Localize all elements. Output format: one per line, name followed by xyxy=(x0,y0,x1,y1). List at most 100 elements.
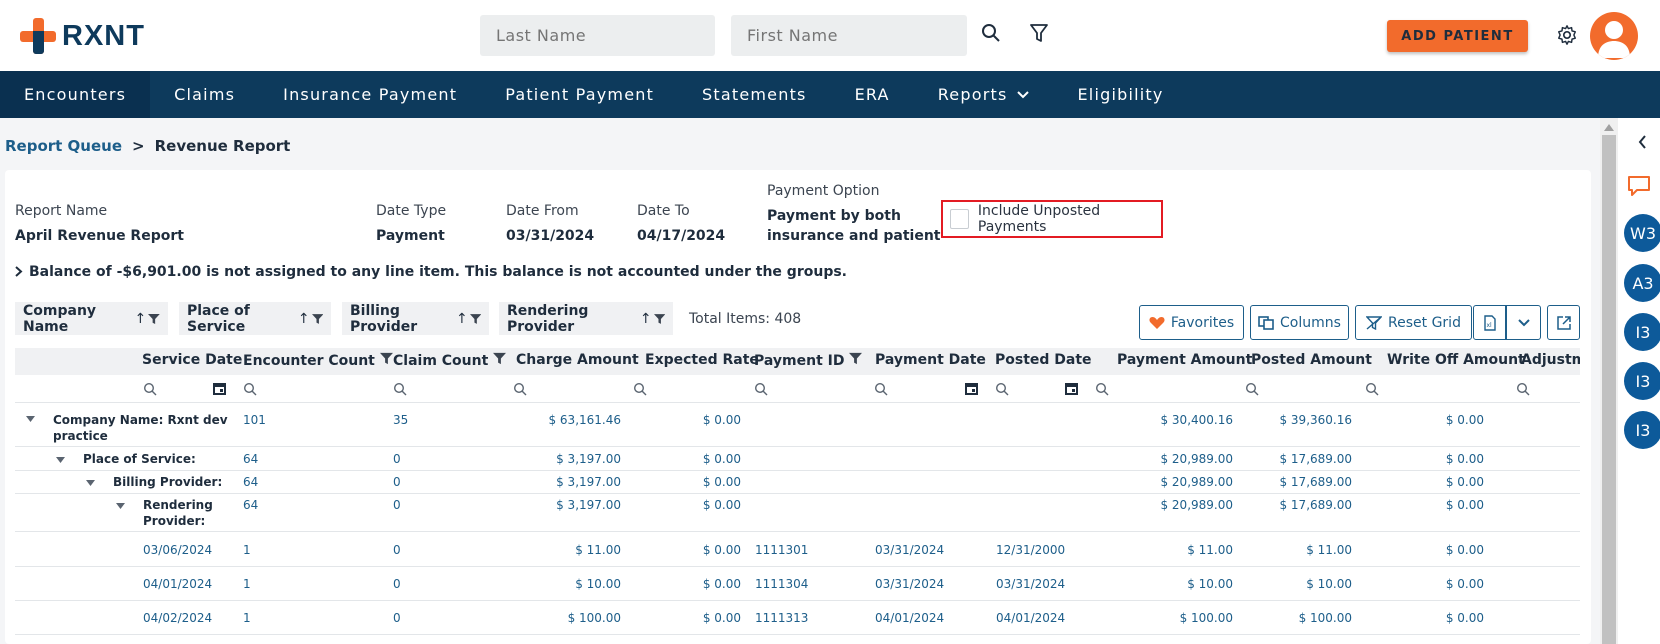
calendar-icon[interactable] xyxy=(212,381,227,396)
sort-up-icon[interactable]: ↑ xyxy=(640,311,652,327)
favorites-button[interactable]: Favorites xyxy=(1139,305,1244,340)
col-charge-amount[interactable]: Charge Amount xyxy=(516,352,639,368)
nav-era[interactable]: ERA xyxy=(831,71,914,118)
gear-icon[interactable] xyxy=(1555,23,1579,47)
nav-patient-payment[interactable]: Patient Payment xyxy=(481,71,678,118)
scrollbar-thumb[interactable] xyxy=(1602,135,1616,644)
nav-encounters[interactable]: Encounters xyxy=(0,71,151,118)
col-encounter-count[interactable]: Encounter Count xyxy=(243,352,393,369)
user-avatar[interactable] xyxy=(1590,12,1638,60)
search-icon[interactable] xyxy=(874,382,888,396)
export-excel-button[interactable]: xl xyxy=(1473,305,1506,340)
column-filter-icon[interactable] xyxy=(148,312,160,326)
col-write-off-amount[interactable]: Write Off Amount xyxy=(1387,352,1525,368)
collapse-caret-icon[interactable] xyxy=(86,480,95,486)
sort-up-icon[interactable]: ↑ xyxy=(456,311,468,327)
scroll-up-arrow-icon[interactable] xyxy=(1604,124,1614,131)
cell-payment-amount: $ 10.00 xyxy=(1187,577,1233,591)
column-filter-icon[interactable] xyxy=(469,312,481,326)
group-chip-place-of-service[interactable]: Place of Service ↑ xyxy=(179,302,331,335)
rail-bubble-i3[interactable]: I3 xyxy=(1624,313,1660,351)
export-button[interactable] xyxy=(1547,305,1580,340)
search-icon[interactable] xyxy=(633,382,647,396)
export-dropdown-button[interactable] xyxy=(1506,305,1541,340)
top-header: RXNT ADD PATIENT xyxy=(0,0,1660,71)
sort-up-icon[interactable]: ↑ xyxy=(135,311,147,327)
cell-claim-count: 0 xyxy=(393,611,401,625)
col-posted-amount[interactable]: Posted Amount xyxy=(1251,352,1372,368)
first-name-input[interactable] xyxy=(731,15,967,56)
search-icon[interactable] xyxy=(393,382,407,396)
filter-clear-icon xyxy=(1366,315,1383,330)
column-filter-icon[interactable] xyxy=(311,312,323,326)
include-unposted-label[interactable]: Include Unposted Payments xyxy=(978,203,1161,235)
rail-bubble-i3[interactable]: I3 xyxy=(1624,411,1660,449)
last-name-input[interactable] xyxy=(480,15,715,56)
columns-button[interactable]: Columns xyxy=(1250,305,1349,340)
search-icon[interactable] xyxy=(143,382,157,396)
cell-write-off: $ 0.00 xyxy=(1445,611,1484,625)
group-chip-company-name[interactable]: Company Name ↑ xyxy=(15,302,168,335)
cell-posted-amount: $ 10.00 xyxy=(1306,577,1352,591)
search-icon[interactable] xyxy=(1245,382,1259,396)
collapse-caret-icon[interactable] xyxy=(116,503,125,509)
search-icon[interactable] xyxy=(1365,382,1379,396)
cell-payment-date: 03/31/2024 xyxy=(875,577,945,591)
col-expected-rate[interactable]: Expected Rate xyxy=(645,352,759,368)
group-charge-amount: $ 3,197.00 xyxy=(556,498,621,512)
columns-label: Columns xyxy=(1280,314,1341,331)
search-icon[interactable] xyxy=(513,382,527,396)
nav-statements[interactable]: Statements xyxy=(678,71,831,118)
group-expected-rate: $ 0.00 xyxy=(702,452,741,466)
nav-eligibility[interactable]: Eligibility xyxy=(1053,71,1187,118)
col-service-date[interactable]: Service Date xyxy=(142,352,242,368)
col-adjustment[interactable]: Adjustme xyxy=(1521,352,1580,368)
sort-up-icon[interactable]: ↑ xyxy=(298,311,310,327)
col-posted-date[interactable]: Posted Date xyxy=(995,352,1092,368)
cell-encounter-count: 1 xyxy=(243,611,251,625)
rail-bubble-w3[interactable]: W3 xyxy=(1624,214,1660,252)
search-icon[interactable] xyxy=(1095,382,1109,396)
search-icon[interactable] xyxy=(243,382,257,396)
chevron-left-icon[interactable] xyxy=(1638,135,1647,149)
column-filter-icon[interactable] xyxy=(849,352,863,365)
col-claim-count[interactable]: Claim Count xyxy=(393,352,507,369)
nav-insurance-payment[interactable]: Insurance Payment xyxy=(259,71,481,118)
chat-icon[interactable] xyxy=(1627,175,1651,197)
add-patient-button[interactable]: ADD PATIENT xyxy=(1387,20,1528,52)
breadcrumb-report-queue[interactable]: Report Queue xyxy=(5,137,122,155)
column-filter-icon[interactable] xyxy=(493,352,507,365)
cell-payment-amount: $ 100.00 xyxy=(1179,611,1233,625)
include-unposted-checkbox[interactable] xyxy=(950,209,969,229)
logo-cross-icon xyxy=(20,18,56,54)
group-chip-rendering-provider[interactable]: Rendering Provider ↑ xyxy=(499,302,673,335)
nav-claims[interactable]: Claims xyxy=(150,71,259,118)
group-chip-billing-provider[interactable]: Billing Provider ↑ xyxy=(342,302,489,335)
column-filter-icon[interactable] xyxy=(379,352,393,365)
cell-service-date: 04/01/2024 xyxy=(143,577,213,591)
rxnt-logo[interactable]: RXNT xyxy=(20,18,145,54)
row-divider xyxy=(15,566,1580,567)
reset-grid-button[interactable]: Reset Grid xyxy=(1355,305,1472,340)
column-filter-icon[interactable] xyxy=(653,312,665,326)
calendar-icon[interactable] xyxy=(1064,381,1079,396)
search-icon[interactable] xyxy=(1516,382,1530,396)
filter-icon[interactable] xyxy=(1028,22,1050,44)
col-payment-amount[interactable]: Payment Amount xyxy=(1117,352,1252,368)
search-icon[interactable] xyxy=(754,382,768,396)
collapse-caret-icon[interactable] xyxy=(56,457,65,463)
col-payment-id[interactable]: Payment ID xyxy=(754,352,863,369)
col-payment-date[interactable]: Payment Date xyxy=(875,352,986,368)
rail-bubble-a3[interactable]: A3 xyxy=(1624,264,1660,302)
cell-claim-count: 0 xyxy=(393,543,401,557)
collapse-caret-icon[interactable] xyxy=(26,416,35,422)
date-to-label: Date To xyxy=(637,203,690,219)
cell-payment-id: 1111304 xyxy=(755,577,809,591)
balance-note[interactable]: Balance of -$6,901.00 is not assigned to… xyxy=(15,264,847,280)
group-chip-label: Place of Service xyxy=(187,302,250,335)
calendar-icon[interactable] xyxy=(964,381,979,396)
search-icon[interactable] xyxy=(980,22,1002,44)
nav-reports[interactable]: Reports xyxy=(914,71,1054,118)
search-icon[interactable] xyxy=(995,382,1009,396)
rail-bubble-i3[interactable]: I3 xyxy=(1624,362,1660,400)
